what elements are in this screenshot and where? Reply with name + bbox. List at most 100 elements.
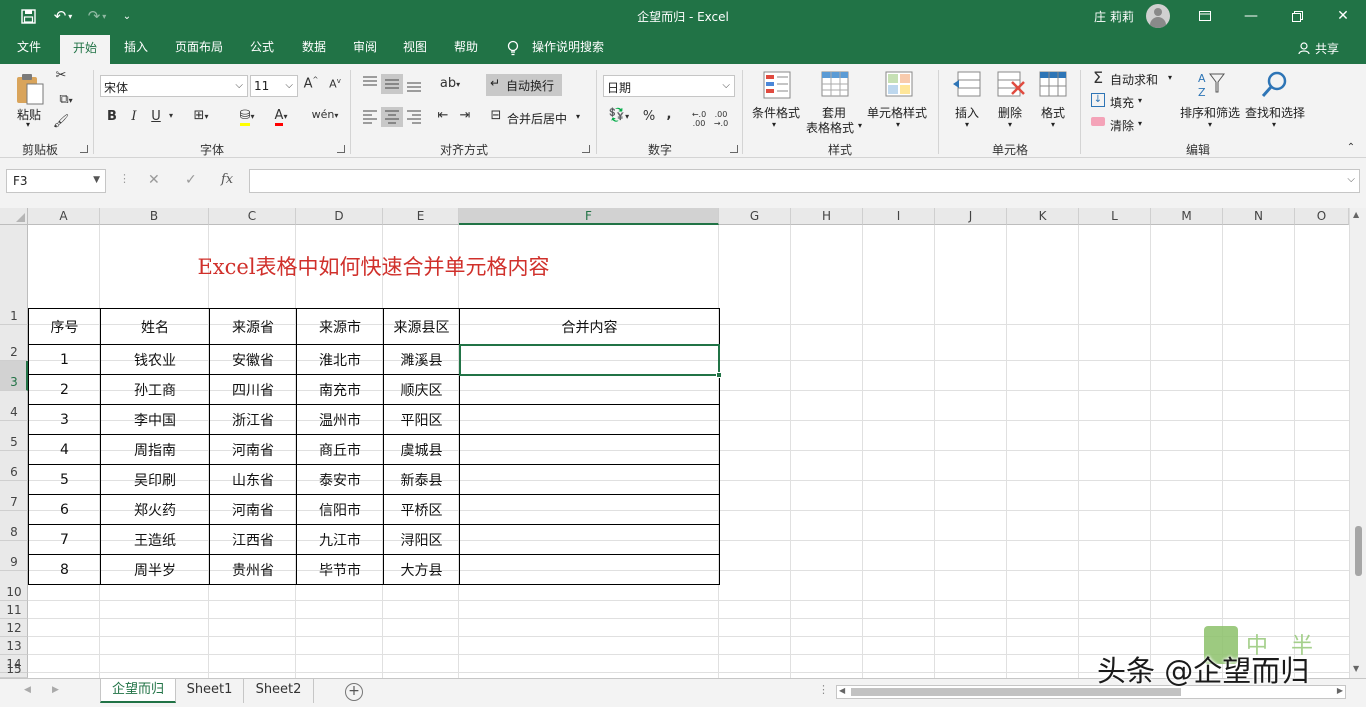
column-header-j[interactable]: J: [935, 208, 1007, 225]
collapse-ribbon-icon[interactable]: ⌃: [1344, 142, 1358, 153]
format-as-table-dropdown-icon[interactable]: ▾: [858, 121, 862, 130]
column-header-l[interactable]: L: [1079, 208, 1151, 225]
table-header-cell[interactable]: 姓名: [100, 308, 210, 345]
table-cell[interactable]: 浔阳区: [383, 524, 460, 555]
table-cell[interactable]: 钱农业: [100, 344, 210, 375]
underline-dropdown-icon[interactable]: ▾: [166, 111, 176, 120]
cell-styles-label[interactable]: 单元格样式: [867, 104, 927, 121]
table-header-cell[interactable]: 来源县区: [383, 308, 460, 345]
eraser-icon[interactable]: [1091, 117, 1105, 126]
conditional-formatting-label[interactable]: 条件格式: [752, 104, 800, 121]
format-painter-icon[interactable]: 🖌: [52, 114, 70, 129]
column-header-h[interactable]: H: [791, 208, 863, 225]
user-name[interactable]: 庄 莉莉: [1094, 8, 1134, 25]
sheet-title-cell[interactable]: Excel表格中如何快速合并单元格内容: [28, 251, 719, 281]
column-header-o[interactable]: O: [1295, 208, 1349, 225]
table-cell[interactable]: 周指南: [100, 434, 210, 465]
table-cell[interactable]: 4: [28, 434, 101, 465]
table-cell[interactable]: 濉溪县: [383, 344, 460, 375]
scroll-right-icon[interactable]: ▶: [1337, 686, 1343, 695]
phonetic-guide-icon[interactable]: wén▾: [310, 108, 340, 121]
conditional-formatting-icon[interactable]: [762, 70, 792, 100]
table-cell[interactable]: 四川省: [209, 374, 297, 405]
tab-data[interactable]: 数据: [292, 32, 336, 64]
accounting-format-icon[interactable]: 💱▾: [604, 108, 634, 123]
tab-formulas[interactable]: 公式: [240, 32, 284, 64]
font-color-icon[interactable]: A▾: [266, 108, 296, 126]
clear-button[interactable]: 清除: [1110, 117, 1134, 134]
table-header-cell[interactable]: 来源省: [209, 308, 297, 345]
share-button[interactable]: 共享: [1298, 40, 1339, 57]
percent-style-button[interactable]: %: [640, 109, 658, 124]
align-center-button[interactable]: [381, 107, 403, 127]
table-header-cell[interactable]: 合并内容: [459, 308, 720, 345]
formula-bar-options-icon[interactable]: ⋮: [119, 172, 130, 185]
font-name-select[interactable]: 宋体 ⌵: [100, 75, 248, 97]
format-as-table-icon[interactable]: [820, 70, 850, 100]
enter-icon[interactable]: ✓: [185, 172, 197, 188]
worksheet-grid[interactable]: ABCDEFGHIJKLMNO 1 2 3 4 5 6 7 8 9 10 11 12 13 14 15 Ex…: [0, 208, 1366, 678]
column-header-m[interactable]: M: [1151, 208, 1223, 225]
top-align-icon[interactable]: [362, 76, 378, 90]
delete-cells-label[interactable]: 删除: [998, 104, 1022, 121]
table-cell[interactable]: 大方县: [383, 554, 460, 585]
table-cell[interactable]: 贵州省: [209, 554, 297, 585]
alignment-launcher-icon[interactable]: [582, 145, 590, 153]
font-size-select[interactable]: 11 ⌵: [250, 75, 298, 97]
table-cell[interactable]: 江西省: [209, 524, 297, 555]
format-as-table-label-2[interactable]: 表格格式: [806, 119, 854, 136]
format-cells-label[interactable]: 格式: [1041, 104, 1065, 121]
row-header-2[interactable]: 2: [0, 325, 28, 361]
add-sheet-icon[interactable]: +: [345, 683, 363, 701]
tab-insert[interactable]: 插入: [114, 32, 158, 64]
fill-handle[interactable]: [716, 372, 722, 378]
formula-input[interactable]: ⌵: [249, 169, 1360, 193]
merge-dropdown-icon[interactable]: ▾: [576, 112, 580, 121]
tab-review[interactable]: 审阅: [343, 32, 387, 64]
table-cell[interactable]: 河南省: [209, 434, 297, 465]
table-cell[interactable]: 平桥区: [383, 494, 460, 525]
table-cell[interactable]: 九江市: [296, 524, 384, 555]
table-cell[interactable]: [459, 524, 720, 555]
comma-style-button[interactable]: ,: [662, 107, 676, 122]
table-cell[interactable]: 2: [28, 374, 101, 405]
table-cell[interactable]: 王造纸: [100, 524, 210, 555]
table-cell[interactable]: 7: [28, 524, 101, 555]
minimize-icon[interactable]: —: [1228, 0, 1274, 32]
paste-icon[interactable]: [14, 72, 46, 106]
tab-home[interactable]: 开始: [60, 35, 110, 64]
table-cell[interactable]: 3: [28, 404, 101, 435]
column-header-c[interactable]: C: [209, 208, 296, 225]
sort-filter-icon[interactable]: AZ: [1196, 70, 1226, 100]
column-header-a[interactable]: A: [28, 208, 100, 225]
column-header-g[interactable]: G: [719, 208, 791, 225]
table-cell[interactable]: 虞城县: [383, 434, 460, 465]
italic-button[interactable]: I: [126, 109, 142, 124]
insert-cells-dropdown-icon[interactable]: ▾: [965, 120, 969, 129]
column-header-i[interactable]: I: [863, 208, 935, 225]
table-cell[interactable]: 李中国: [100, 404, 210, 435]
sheet-tab-qiwangergui[interactable]: 企望而归: [100, 679, 176, 703]
table-cell[interactable]: 孙工商: [100, 374, 210, 405]
expand-formula-bar-icon[interactable]: ⌵: [1347, 174, 1355, 185]
row-header-4[interactable]: 4: [0, 391, 28, 421]
row-header-11[interactable]: 11: [0, 601, 28, 619]
conditional-formatting-dropdown-icon[interactable]: ▾: [772, 120, 776, 129]
table-cell[interactable]: 平阳区: [383, 404, 460, 435]
increase-font-size-icon[interactable]: A^: [302, 76, 320, 91]
select-all-button[interactable]: [0, 208, 28, 225]
tab-split-handle-icon[interactable]: ⋮: [818, 683, 829, 696]
find-select-dropdown-icon[interactable]: ▾: [1272, 120, 1276, 129]
table-cell[interactable]: [459, 494, 720, 525]
table-cell[interactable]: 南充市: [296, 374, 384, 405]
autosum-dropdown-icon[interactable]: ▾: [1168, 73, 1172, 82]
table-cell[interactable]: 山东省: [209, 464, 297, 495]
column-header-b[interactable]: B: [100, 208, 209, 225]
decrease-font-size-icon[interactable]: Av: [326, 77, 344, 91]
bottom-align-icon[interactable]: [406, 78, 422, 92]
close-icon[interactable]: ✕: [1320, 0, 1366, 32]
clear-dropdown-icon[interactable]: ▾: [1138, 119, 1142, 128]
table-cell[interactable]: [459, 374, 720, 405]
bold-button[interactable]: B: [104, 109, 120, 124]
column-header-e[interactable]: E: [383, 208, 459, 225]
